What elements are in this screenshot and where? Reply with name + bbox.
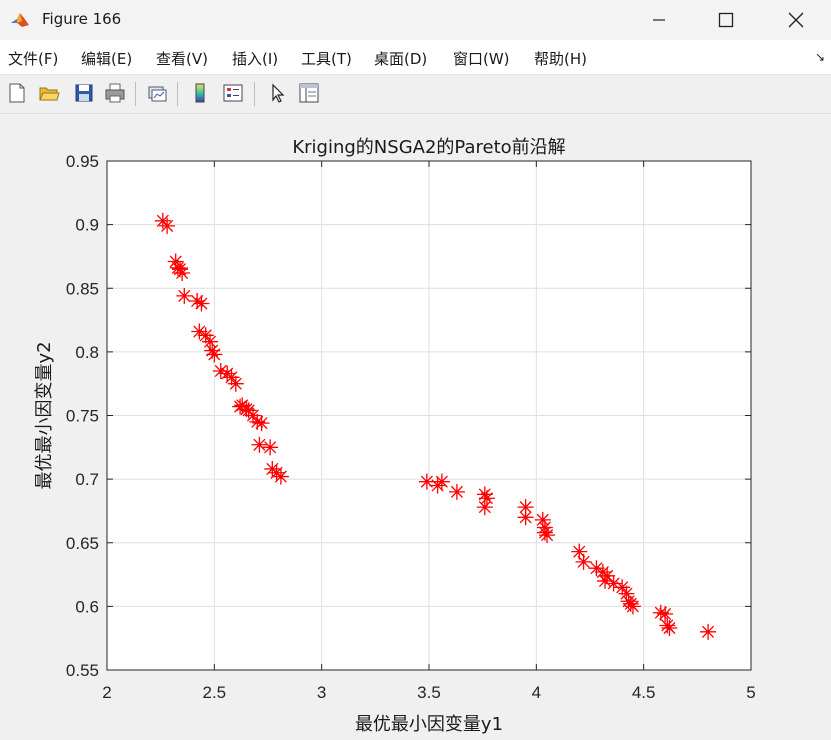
minimize-icon (653, 19, 665, 21)
pointer-icon[interactable] (264, 80, 290, 106)
property-inspector-icon[interactable] (296, 80, 322, 106)
y-tick-label: 0.95 (66, 152, 99, 171)
data-point (657, 606, 674, 623)
x-tick-label: 2 (102, 683, 111, 702)
y-tick-label: 0.6 (75, 597, 99, 616)
x-axis-label: 最优最小因变量y1 (355, 714, 503, 735)
menu-file[interactable]: 文件(F) (8, 48, 58, 69)
y-tick-label: 0.7 (75, 470, 99, 489)
print-icon[interactable] (102, 80, 128, 106)
matlab-icon (11, 13, 29, 27)
minimize-button[interactable] (629, 0, 689, 40)
menu-edit[interactable]: 编辑(E) (81, 48, 132, 69)
close-button[interactable] (766, 0, 826, 40)
y-tick-label: 0.75 (66, 407, 99, 426)
maximize-icon (718, 12, 734, 28)
y-tick-label: 0.85 (66, 279, 99, 298)
x-tick-label: 2.5 (203, 683, 227, 702)
data-point (588, 560, 605, 577)
scatter-plot: 2 2.5 3 3.5 4 4.5 5 0.55 0.6 0.65 0.7 0.75 0.8 0.85 0.… (34, 137, 756, 735)
link-plot-icon[interactable] (144, 80, 170, 106)
menu-bar: 文件(F) 编辑(E) 查看(V) 插入(I) 工具(T) 桌面(D) 窗口(W… (0, 40, 831, 75)
new-figure-icon[interactable] (4, 80, 30, 106)
data-point (539, 527, 556, 544)
menu-window[interactable]: 窗口(W) (453, 48, 510, 69)
save-icon[interactable] (71, 80, 97, 106)
open-file-icon[interactable] (36, 80, 62, 106)
y-axis-label: 最优最小因变量y2 (34, 341, 55, 489)
menu-desktop[interactable]: 桌面(D) (374, 48, 427, 69)
figure-canvas: 2 2.5 3 3.5 4 4.5 5 0.55 0.6 0.65 0.7 0.75 0.8 0.85 0.… (0, 114, 831, 740)
y-tick-label: 0.65 (66, 534, 99, 553)
x-tick-label: 3.5 (417, 683, 441, 702)
menu-view[interactable]: 查看(V) (156, 48, 208, 69)
data-point (262, 439, 279, 456)
x-tick-label: 4 (532, 683, 541, 702)
data-point (661, 620, 678, 637)
data-point (624, 598, 641, 615)
x-tick-label: 4.5 (632, 683, 656, 702)
data-point (700, 623, 717, 640)
y-tick-label: 0.8 (75, 343, 99, 362)
menu-tools[interactable]: 工具(T) (301, 48, 352, 69)
title-bar: Figure 166 (0, 0, 831, 40)
toolbar (0, 75, 831, 114)
x-tick-label: 5 (746, 683, 755, 702)
y-tick-label: 0.55 (66, 661, 99, 680)
y-tick-label: 0.9 (75, 216, 99, 235)
menu-insert[interactable]: 插入(I) (232, 48, 278, 69)
chart-title: Kriging的NSGA2的Pareto前沿解 (292, 137, 565, 158)
x-tick-label: 3 (317, 683, 326, 702)
window-title: Figure 166 (42, 10, 122, 28)
close-icon (788, 12, 804, 28)
menu-help[interactable]: 帮助(H) (534, 48, 587, 69)
legend-icon[interactable] (220, 80, 246, 106)
maximize-button[interactable] (696, 0, 756, 40)
colorbar-icon[interactable] (187, 80, 213, 106)
dock-arrow-icon[interactable]: ↘ (815, 50, 825, 64)
data-point (575, 553, 592, 570)
